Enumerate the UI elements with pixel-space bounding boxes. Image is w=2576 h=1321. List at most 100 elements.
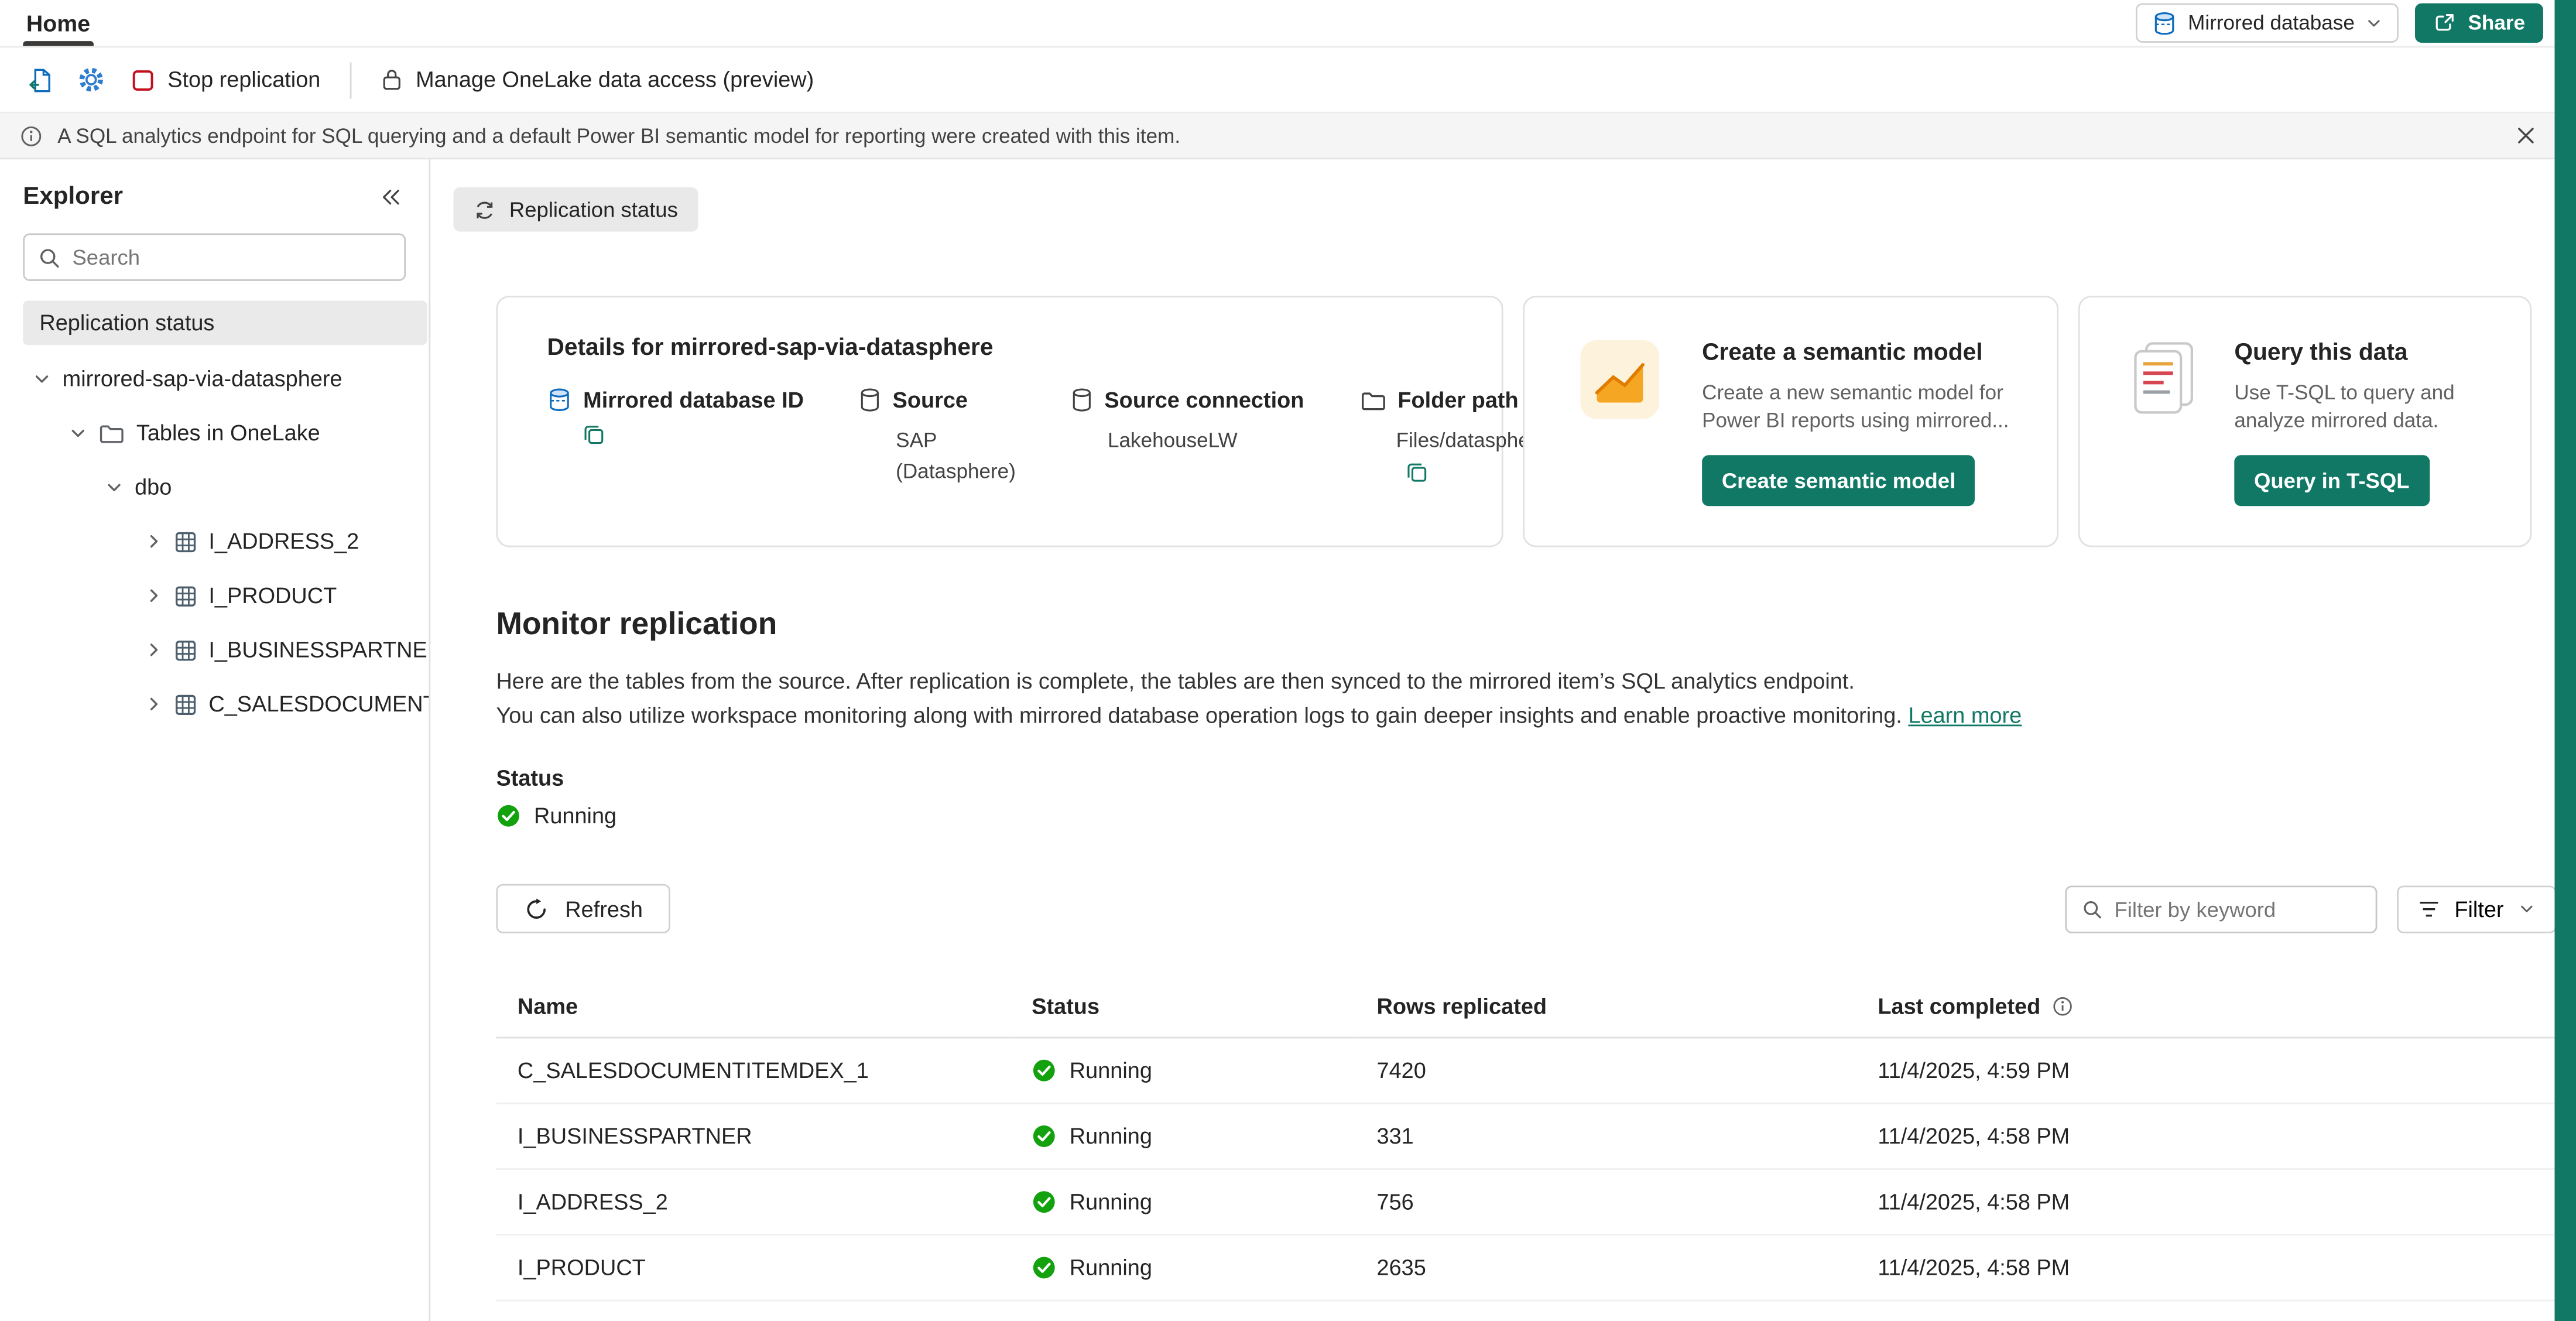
info-icon — [20, 124, 43, 147]
collapse-explorer-button[interactable] — [379, 186, 402, 206]
cell-rows-replicated: 756 — [1355, 1169, 1856, 1235]
column-header-name[interactable]: Name — [496, 978, 1010, 1038]
tree-table-label: I_BUSINESSPARTNER — [208, 638, 429, 662]
tree-item-tables-folder[interactable]: Tables in OneLake — [0, 406, 429, 460]
running-check-icon — [1032, 1255, 1056, 1280]
chevron-down-icon — [33, 369, 51, 388]
search-icon — [38, 246, 61, 269]
query-data-card-description: Use T-SQL to query and analyze mirrored … — [2234, 379, 2497, 435]
onelake-access-lock-icon — [381, 67, 402, 92]
explorer-tree: mirrored-sap-via-datasphere Tables in On… — [0, 352, 429, 731]
tab-home[interactable]: Home — [23, 0, 93, 46]
table-header-row: Name Status Rows replicated Last complet… — [496, 978, 2556, 1038]
tree-item-table[interactable]: I_ADDRESS_2 — [0, 514, 429, 569]
content-tab-strip: Replication status — [453, 187, 2576, 232]
table-row[interactable]: I_ADDRESS_2 Running 756 11/4/2025, 4:58 … — [496, 1169, 2556, 1235]
open-item-button[interactable] — [16, 55, 66, 104]
stop-replication-button[interactable]: Stop replication — [115, 55, 337, 104]
tree-table-label: C_SALESDOCUMENTITEMDEX_1 — [208, 692, 429, 716]
field-label: Mirrored database ID — [583, 388, 804, 412]
table-row[interactable]: C_SALESDOCUMENTITEMDEX_1 Running 7420 11… — [496, 1038, 2556, 1103]
column-header-last-completed[interactable]: Last completed — [1856, 978, 2556, 1038]
ribbon-toolbar: Stop replication Manage OneLake data acc… — [0, 47, 2576, 113]
query-data-card: Query this data Use T-SQL to query and a… — [2078, 296, 2532, 547]
column-header-status[interactable]: Status — [1010, 978, 1355, 1038]
banner-close-button[interactable] — [2507, 118, 2543, 154]
filter-button[interactable]: Filter — [2397, 885, 2556, 932]
table-controls: Refresh Filter — [496, 884, 2556, 933]
cell-name: C_SALESDOCUMENTITEMDEX_1 — [496, 1038, 1010, 1103]
main-content: Replication status Details for mirrored-… — [430, 159, 2576, 1321]
table-row[interactable]: I_BUSINESSPARTNER Running 331 11/4/2025,… — [496, 1103, 2556, 1169]
field-source-connection: Source connection LakehouseLW — [1071, 388, 1304, 488]
chevron-down-icon — [69, 424, 87, 442]
running-check-icon — [1032, 1124, 1056, 1148]
chevron-down-icon — [105, 478, 124, 497]
cell-last-completed: 11/4/2025, 4:59 PM — [1856, 1038, 2556, 1103]
info-banner: A SQL analytics endpoint for SQL queryin… — [0, 114, 2576, 160]
field-folder-path: Folder path Files/datasphere — [1360, 388, 1548, 488]
top-menu-bar: Home Mirrored database Share — [0, 0, 2576, 47]
tree-item-table[interactable]: I_PRODUCT — [0, 569, 429, 623]
cell-status: Running — [1010, 1103, 1355, 1169]
folder-icon — [1360, 389, 1386, 412]
chevron-right-icon — [145, 641, 163, 659]
close-icon — [2516, 126, 2534, 145]
query-data-card-title: Query this data — [2234, 340, 2497, 367]
cell-status: Running — [1010, 1038, 1355, 1103]
table-icon — [174, 584, 197, 607]
tree-item-table[interactable]: I_BUSINESSPARTNER — [0, 623, 429, 677]
cell-last-completed: 11/4/2025, 4:58 PM — [1856, 1235, 2556, 1301]
keyword-filter-input[interactable] — [2114, 896, 2361, 921]
monitor-replication-heading: Monitor replication — [496, 608, 2556, 644]
replication-table: Name Status Rows replicated Last complet… — [496, 978, 2556, 1302]
monitor-replication-section: Monitor replication Here are the tables … — [496, 608, 2556, 828]
refresh-button[interactable]: Refresh — [496, 884, 670, 933]
copy-folder-path-button[interactable] — [1406, 462, 1427, 483]
tree-table-label: I_PRODUCT — [208, 583, 337, 608]
document-switch-icon — [28, 67, 54, 93]
create-semantic-model-button[interactable]: Create semantic model — [1702, 455, 1975, 506]
settings-button[interactable] — [66, 55, 115, 104]
cell-rows-replicated: 2635 — [1355, 1235, 1856, 1301]
tree-item-schema-dbo[interactable]: dbo — [0, 460, 429, 515]
table-icon — [174, 638, 197, 661]
filter-icon — [2419, 899, 2440, 918]
tab-replication-status[interactable]: Replication status — [453, 187, 697, 232]
status-badge: Running — [496, 803, 2556, 828]
explorer-title: Explorer — [23, 182, 123, 210]
page-body: Explorer Replication status m — [0, 159, 2576, 1321]
cell-rows-replicated: 7420 — [1355, 1038, 1856, 1103]
learn-more-link[interactable]: Learn more — [1908, 703, 2022, 727]
sidebar-item-replication-status[interactable]: Replication status — [23, 301, 427, 345]
table-icon — [174, 693, 197, 716]
tree-folder-label: Tables in OneLake — [136, 420, 320, 445]
chevron-down-icon — [2519, 901, 2535, 917]
details-card-title: Details for mirrored-sap-via-datasphere — [547, 335, 1452, 361]
tab-replication-status-label: Replication status — [509, 197, 678, 222]
summary-cards: Details for mirrored-sap-via-datasphere … — [496, 296, 2556, 547]
explorer-search — [23, 233, 406, 280]
copy-database-id-button[interactable] — [583, 424, 604, 445]
share-button[interactable]: Share — [2416, 4, 2543, 43]
column-header-rows-replicated[interactable]: Rows replicated — [1355, 978, 1856, 1038]
copy-icon — [583, 424, 604, 445]
item-type-label: Mirrored database — [2188, 12, 2355, 35]
filter-label: Filter — [2454, 896, 2503, 921]
semantic-model-card-title: Create a semantic model — [1702, 340, 2024, 367]
item-type-selector[interactable]: Mirrored database — [2135, 4, 2399, 43]
cell-last-completed: 11/4/2025, 4:58 PM — [1856, 1103, 2556, 1169]
tree-item-table[interactable]: C_SALESDOCUMENTITEMDEX_1 — [0, 677, 429, 731]
cell-name: I_BUSINESSPARTNER — [496, 1103, 1010, 1169]
table-row[interactable]: I_PRODUCT Running 2635 11/4/2025, 4:58 P… — [496, 1235, 2556, 1301]
tab-home-label: Home — [26, 10, 90, 36]
status-value: Running — [534, 803, 616, 828]
tree-item-database[interactable]: mirrored-sap-via-datasphere — [0, 352, 429, 406]
right-edge-rail — [2555, 0, 2576, 1321]
search-input[interactable] — [72, 245, 390, 269]
topbar-actions: Mirrored database Share — [2135, 4, 2543, 43]
manage-onelake-access-button[interactable]: Manage OneLake data access (preview) — [365, 55, 830, 104]
query-in-tsql-button[interactable]: Query in T-SQL — [2234, 455, 2429, 506]
search-icon — [2081, 898, 2102, 919]
share-label: Share — [2468, 12, 2525, 35]
